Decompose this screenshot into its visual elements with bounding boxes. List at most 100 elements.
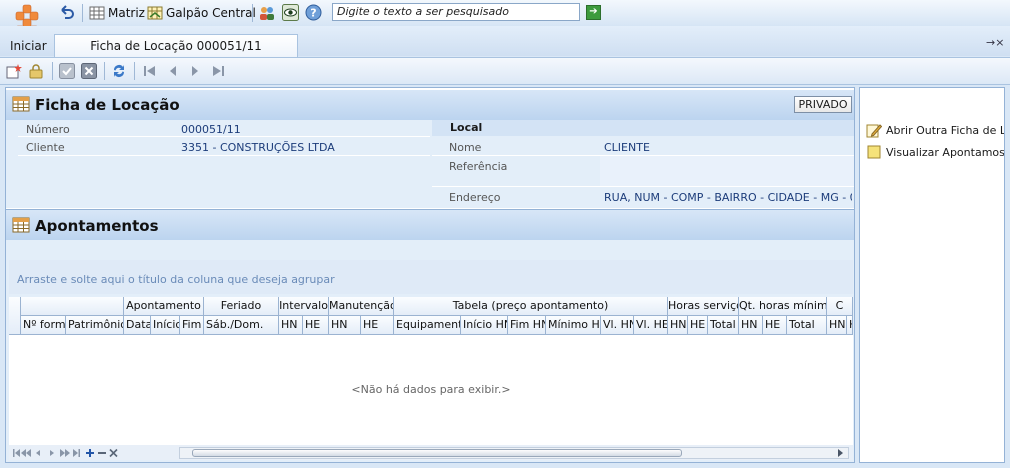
band-intervalo[interactable]: Intervalo <box>279 297 329 316</box>
ficha-header: Ficha de Locação PRIVADO <box>6 90 854 120</box>
col-manutencao-hn[interactable]: HN <box>329 316 361 335</box>
col-equipamento[interactable]: Equipamento <box>394 316 461 335</box>
grid-footer <box>9 445 853 460</box>
horizontal-scrollbar[interactable] <box>179 447 849 459</box>
lock-icon[interactable] <box>28 63 44 79</box>
col-intervalo-he[interactable]: HE <box>303 316 329 335</box>
scroll-right-icon[interactable] <box>836 449 844 457</box>
col-servico-he[interactable]: HE <box>688 316 708 335</box>
side-item-label: Visualizar Apontamos Já Faturados <box>886 145 1005 159</box>
confirm-icon[interactable] <box>59 63 75 79</box>
col-manutencao-he[interactable]: HE <box>361 316 394 335</box>
next-record-icon[interactable] <box>189 65 201 77</box>
col-c-hn[interactable]: HN <box>827 316 847 335</box>
col-minimo-he[interactable]: HE <box>763 316 787 335</box>
referencia-label: Referência <box>449 160 508 173</box>
tab-iniciar[interactable]: Iniciar <box>10 39 47 53</box>
local-header <box>432 120 854 136</box>
toolbar-separator <box>82 4 83 22</box>
privado-button[interactable]: PRIVADO <box>794 96 852 113</box>
band-apontamento[interactable]: Apontamento <box>124 297 204 316</box>
cliente-value[interactable]: 3351 - CONSTRUÇÕES LTDA <box>181 141 335 154</box>
help-icon[interactable]: ? <box>305 4 322 21</box>
scrollbar-thumb[interactable] <box>192 449 682 457</box>
band-horas-servico[interactable]: Horas serviço <box>668 297 739 316</box>
nome-label: Nome <box>449 141 482 154</box>
band-empty <box>21 297 124 316</box>
toolbar-separator <box>252 4 253 22</box>
band-c[interactable]: C <box>827 297 853 316</box>
eye-icon[interactable] <box>282 4 299 21</box>
col-fim-hn[interactable]: Fim HN <box>508 316 546 335</box>
matriz-button[interactable]: Matriz <box>89 5 145 21</box>
toolbar-separator <box>134 62 135 80</box>
cancel-icon[interactable] <box>81 63 97 79</box>
side-item-visualizar-apontamentos[interactable]: Visualizar Apontamos Já Faturados <box>866 144 1005 160</box>
col-intervalo-hn[interactable]: HN <box>279 316 303 335</box>
grid-body[interactable]: <Não há dados para exibir.> <box>9 335 853 445</box>
table-icon <box>12 217 30 233</box>
col-minimo-hr[interactable]: Mínimo HR <box>546 316 601 335</box>
col-fim[interactable]: Fim <box>180 316 204 335</box>
col-data[interactable]: Data <box>124 316 151 335</box>
band-qt-horas-minimo[interactable]: Qt. horas mínimo <box>739 297 827 316</box>
toolbar-separator <box>104 62 105 80</box>
prev-record-icon[interactable] <box>167 65 179 77</box>
col-vl-he[interactable]: Vl. HE <box>634 316 668 335</box>
table-icon <box>12 96 30 112</box>
first-record-icon[interactable] <box>143 65 157 77</box>
search-input[interactable]: Digite o texto a ser pesquisado <box>332 3 580 21</box>
note-icon <box>867 145 881 159</box>
matriz-label: Matriz <box>108 6 145 20</box>
tab-ficha-locacao[interactable]: Ficha de Locação 000051/11 <box>54 34 298 57</box>
toolbar-separator <box>52 62 53 80</box>
local-title: Local <box>450 121 483 134</box>
svg-text:?: ? <box>310 7 316 20</box>
navigator-icons[interactable] <box>12 448 124 458</box>
side-item-label: Abrir Outra Ficha de Locação <box>886 123 1004 137</box>
apontamentos-title: Apontamentos <box>35 217 159 235</box>
empty-message: <Não há dados para exibir.> <box>351 383 511 396</box>
col-sab-dom[interactable]: Sáb./Dom. <box>204 316 279 335</box>
col-n-form[interactable]: Nº form. <box>21 316 66 335</box>
warehouse-icon <box>147 6 163 20</box>
apontamentos-header: Apontamentos <box>6 209 854 240</box>
pin-close-icon[interactable]: →× <box>986 36 1004 49</box>
row-divider <box>18 136 430 137</box>
side-item-abrir-outra-ficha[interactable]: Abrir Outra Ficha de Locação <box>866 122 1004 138</box>
main-panel: Ficha de Locação PRIVADO Local Número 00… <box>5 87 855 463</box>
refresh-icon[interactable] <box>111 63 127 79</box>
group-panel[interactable]: Arraste e solte aqui o título da coluna … <box>9 260 853 294</box>
users-icon[interactable] <box>259 5 275 21</box>
ficha-title: Ficha de Locação <box>35 96 180 114</box>
galpao-button[interactable]: Galpão Central <box>147 5 256 21</box>
row-divider <box>432 186 854 187</box>
band-feriado[interactable]: Feriado <box>204 297 279 316</box>
endereco-value[interactable]: RUA, NUM - COMP - BAIRRO - CIDADE - MG -… <box>604 191 852 204</box>
numero-value[interactable]: 000051/11 <box>181 123 241 136</box>
band-tabela[interactable]: Tabela (preço apontamento) <box>394 297 668 316</box>
undo-icon[interactable] <box>58 4 76 22</box>
col-inicio[interactable]: Início <box>151 316 180 335</box>
col-c-h[interactable]: H <box>847 316 853 335</box>
nome-value[interactable]: CLIENTE <box>604 141 650 154</box>
new-record-icon[interactable] <box>6 63 22 79</box>
galpao-label: Galpão Central <box>166 6 256 20</box>
col-vl-hn[interactable]: Vl. HN <box>601 316 634 335</box>
grid-icon <box>89 6 105 20</box>
cliente-label: Cliente <box>26 141 65 154</box>
col-servico-total[interactable]: Total <box>708 316 739 335</box>
last-record-icon[interactable] <box>211 65 225 77</box>
col-patrimonio[interactable]: Patrimônio <box>66 316 124 335</box>
col-servico-hn[interactable]: HN <box>668 316 688 335</box>
search-go-icon[interactable]: ➔ <box>586 5 601 20</box>
row-divider <box>18 155 430 156</box>
col-minimo-total[interactable]: Total <box>787 316 827 335</box>
edit-icon <box>866 124 882 138</box>
numero-label: Número <box>26 123 70 136</box>
referencia-field[interactable] <box>600 156 854 186</box>
grid-header: Apontamento Feriado Intervalo Manutenção… <box>9 297 853 335</box>
col-minimo-hn[interactable]: HN <box>739 316 763 335</box>
band-manutencao[interactable]: Manutenção <box>329 297 394 316</box>
col-inicio-hn[interactable]: Início HN <box>461 316 508 335</box>
